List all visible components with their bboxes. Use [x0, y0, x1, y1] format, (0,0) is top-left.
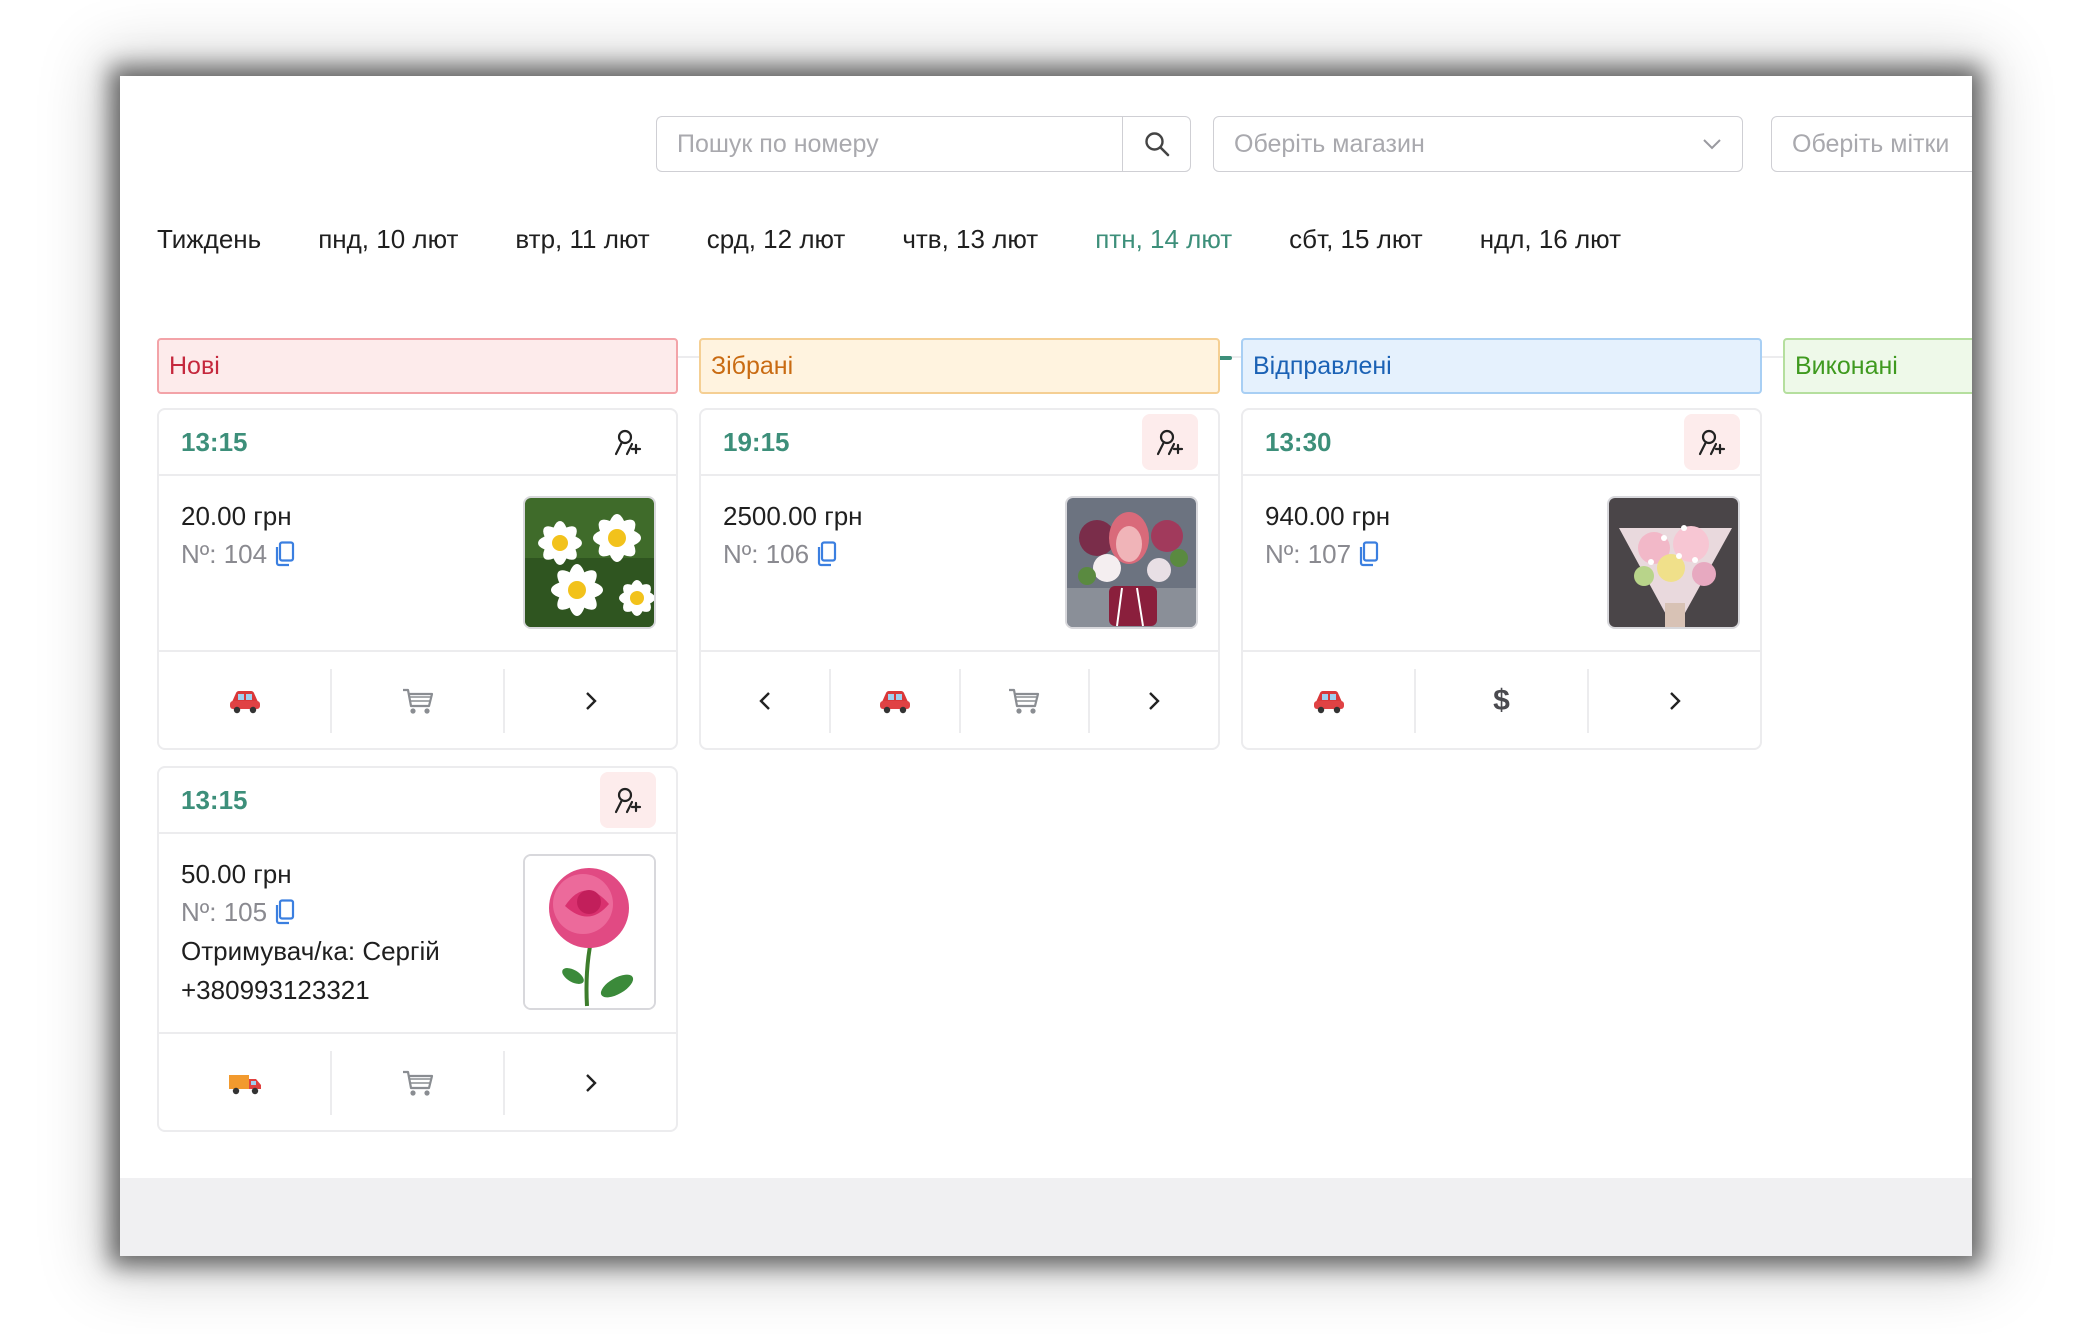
chevron-right-icon: [1669, 692, 1681, 710]
payment-button[interactable]: $: [1416, 669, 1589, 733]
car-icon: [879, 691, 910, 714]
user-plus-icon: [614, 787, 642, 814]
card-actions: $: [1243, 650, 1760, 748]
card-body: 2500.00 грн Nº: 106: [701, 476, 1218, 650]
bouquet-photo-daisies: [523, 496, 656, 629]
next-status-button[interactable]: [1589, 669, 1760, 733]
cart-icon: [402, 688, 433, 714]
shop-select-placeholder: Оберіть магазин: [1234, 129, 1425, 158]
card-actions: [159, 1032, 676, 1130]
user-plus-icon: [614, 429, 642, 456]
chevron-right-icon: [585, 692, 597, 710]
delivery-car-button[interactable]: [1243, 669, 1416, 733]
bouquet-photo-pastel: [1607, 496, 1740, 629]
chevron-right-icon: [1149, 692, 1160, 710]
card-header: 19:15: [701, 410, 1218, 476]
order-number: Nº: 104: [181, 539, 268, 569]
card-header: 13:30: [1243, 410, 1760, 476]
card-actions: [159, 650, 676, 748]
delivery-car-button[interactable]: [159, 669, 332, 733]
dollar-icon: $: [1493, 684, 1510, 717]
card-header: 13:15: [159, 768, 676, 834]
shop-cart-button[interactable]: [961, 669, 1091, 733]
cart-icon: [402, 1070, 433, 1096]
card-body: 940.00 грн Nº: 107: [1243, 476, 1760, 650]
car-icon: [1313, 691, 1344, 714]
column-header-new: Нові: [157, 338, 678, 394]
order-time: 19:15: [723, 426, 790, 457]
shop-cart-button[interactable]: [332, 669, 505, 733]
order-time: 13:30: [1265, 426, 1332, 457]
next-status-button[interactable]: [505, 1051, 676, 1115]
app-window: Оберіть магазин Оберіть мітки Тиждень пн…: [120, 76, 1972, 1256]
delivery-car-button[interactable]: [831, 669, 961, 733]
card-header: 13:15: [159, 410, 676, 476]
column-header-collected: Зібрані: [699, 338, 1220, 394]
shop-select[interactable]: Оберіть магазин: [1213, 116, 1743, 172]
assign-florist-button[interactable]: [600, 772, 656, 828]
bouquet-photo-protea: [1065, 496, 1198, 629]
order-number: Nº: 107: [1265, 539, 1352, 569]
copy-icon[interactable]: [275, 899, 295, 925]
copy-icon[interactable]: [1359, 541, 1379, 567]
chevron-down-icon: [1703, 139, 1721, 150]
order-card-107[interactable]: 13:30 940.00 грн Nº: 107 $: [1241, 408, 1762, 750]
column-header-done: Виконані: [1783, 338, 1972, 394]
truck-icon: [228, 1075, 261, 1095]
search-input[interactable]: [656, 116, 1122, 172]
bouquet-photo-rose: [523, 854, 656, 1010]
order-time: 13:15: [181, 426, 248, 457]
card-body: 20.00 грн Nº: 104: [159, 476, 676, 650]
search-icon: [1144, 132, 1169, 157]
assign-florist-button[interactable]: [1142, 414, 1198, 470]
assign-florist-button[interactable]: [600, 414, 656, 470]
card-actions: [701, 650, 1218, 748]
car-icon: [229, 691, 260, 714]
next-status-button[interactable]: [505, 669, 676, 733]
delivery-truck-button[interactable]: [159, 1051, 332, 1115]
order-number: Nº: 105: [181, 897, 268, 927]
order-card-106[interactable]: 19:15 2500.00 грн Nº: 106: [699, 408, 1220, 750]
order-card-105[interactable]: 13:15 50.00 грн Nº: 105 Отримувач/ка: Се…: [157, 766, 678, 1132]
chevron-right-icon: [585, 1074, 597, 1092]
shop-cart-button[interactable]: [332, 1051, 505, 1115]
order-time: 13:15: [181, 784, 248, 815]
footer-band: [120, 1178, 1972, 1256]
card-body: 50.00 грн Nº: 105 Отримувач/ка: Сергій +…: [159, 834, 676, 1032]
next-status-button[interactable]: [1090, 669, 1218, 733]
assign-florist-button[interactable]: [1684, 414, 1740, 470]
order-number: Nº: 106: [723, 539, 810, 569]
tags-select[interactable]: Оберіть мітки: [1771, 116, 1972, 172]
user-plus-icon: [1698, 429, 1726, 456]
copy-icon[interactable]: [275, 541, 295, 567]
user-plus-icon: [1156, 429, 1184, 456]
prev-status-button[interactable]: [701, 669, 831, 733]
column-header-sent: Відправлені: [1241, 338, 1762, 394]
order-card-104[interactable]: 13:15 20.00 грн Nº: 104: [157, 408, 678, 750]
copy-icon[interactable]: [817, 541, 837, 567]
cart-icon: [1009, 688, 1040, 714]
search-group: [656, 116, 1191, 172]
chevron-left-icon: [759, 692, 770, 710]
tags-select-placeholder: Оберіть мітки: [1792, 129, 1950, 158]
search-button[interactable]: [1122, 116, 1191, 172]
